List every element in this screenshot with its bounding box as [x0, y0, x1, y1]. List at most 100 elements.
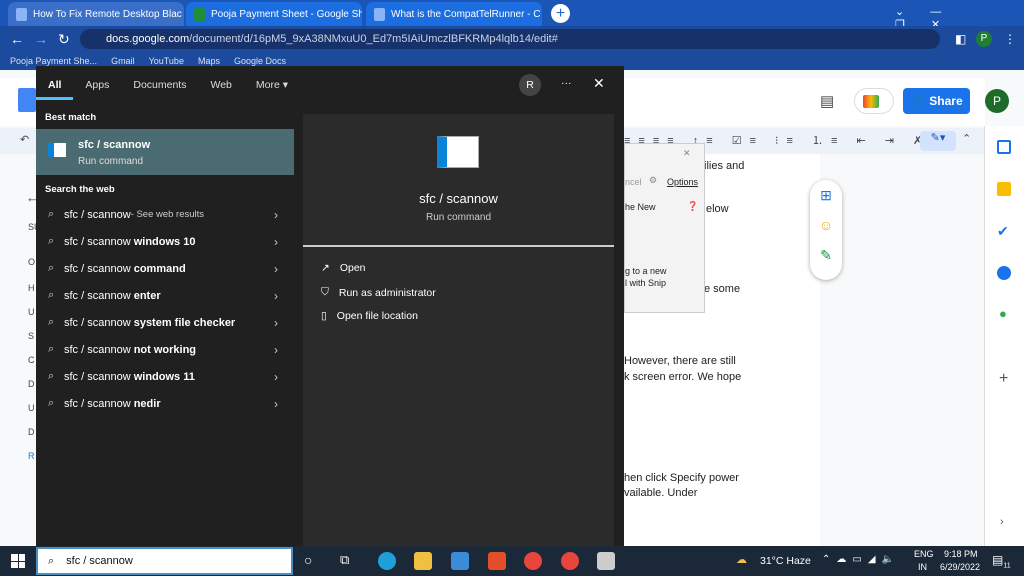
bookmark-youtube[interactable]: YouTube [149, 56, 184, 66]
address-bar-row: ← → ↻ docs.google.com/document/d/16pM5_9… [0, 26, 1024, 52]
url-input[interactable]: docs.google.com/document/d/16pM5_9xA38NM… [80, 29, 940, 49]
calendar-icon[interactable] [997, 140, 1011, 154]
web-result[interactable]: ⌕ sfc / scannow enter › [36, 282, 294, 309]
docs-logo-icon [18, 88, 36, 112]
tab-web[interactable]: Web [198, 79, 243, 91]
open-icon: ↗ [321, 262, 330, 274]
open-file-location-action[interactable]: ▯ Open file location [321, 310, 418, 322]
windows-search-panel: All Apps Documents Web More ▾ R ··· ✕ Be… [36, 66, 624, 546]
search-icon: ⌕ [48, 554, 55, 567]
add-addon-icon[interactable]: + [999, 370, 1008, 388]
sheets-icon [194, 7, 205, 21]
tab-all[interactable]: All [36, 70, 74, 100]
collapse-icon[interactable]: ⌃ [962, 132, 971, 145]
more-options-icon[interactable]: ··· [561, 77, 572, 89]
edge-icon[interactable] [378, 552, 396, 570]
docs-icon [374, 7, 385, 21]
account-avatar[interactable]: P [985, 89, 1009, 113]
run-command-icon [48, 143, 66, 157]
sidebar-icon[interactable]: ◧ [955, 32, 966, 46]
outline-margin: ← SU O H U S C D U D R [26, 190, 41, 461]
undo-icon[interactable]: ↶ [20, 133, 29, 146]
close-icon[interactable]: ✕ [683, 148, 691, 159]
taskbar-search-input[interactable]: ⌕ sfc / scannow [36, 547, 293, 575]
bookmark-payment-sheet[interactable]: Pooja Payment She... [10, 56, 97, 66]
tab-payment-sheet[interactable]: Pooja Payment Sheet - Google Sh✕ [186, 2, 362, 26]
meet-icon [863, 95, 879, 108]
shield-icon: ⛉ [321, 286, 329, 298]
menu-icon[interactable]: ⋮ [1004, 32, 1016, 46]
contacts-icon[interactable] [997, 266, 1011, 280]
expand-icon[interactable]: › [1000, 516, 1004, 528]
side-panel: ✔ ● + › [984, 126, 1024, 546]
side-actions[interactable]: ⊞ ☺ ✎ [810, 180, 842, 280]
new-tab-button[interactable]: + [551, 4, 570, 23]
file-explorer-icon[interactable] [414, 552, 432, 570]
weather-text[interactable]: 31°C Haze [760, 555, 811, 567]
tab-documents[interactable]: Documents [121, 79, 198, 91]
snipping-tool-icon[interactable] [597, 552, 615, 570]
web-result[interactable]: ⌕ sfc / scannow not working › [36, 336, 294, 363]
keep-icon[interactable] [997, 182, 1011, 196]
tab-apps[interactable]: Apps [73, 79, 121, 91]
bookmark-maps[interactable]: Maps [198, 56, 220, 66]
start-button[interactable] [11, 554, 25, 568]
mail-icon[interactable] [451, 552, 469, 570]
run-as-admin-action[interactable]: ⛉ Run as administrator [321, 286, 436, 299]
back-icon[interactable]: ← [10, 31, 24, 47]
chevron-right-icon: › [274, 369, 278, 384]
search-icon: ⌕ [48, 208, 55, 220]
search-icon: ⌕ [48, 343, 55, 355]
search-icon: ⌕ [48, 262, 55, 274]
web-result[interactable]: ⌕ sfc / scannow - See web results › [36, 201, 294, 228]
chevron-right-icon: › [274, 315, 278, 330]
profile-avatar[interactable]: P [976, 31, 992, 47]
open-action[interactable]: ↗ Open [321, 262, 366, 274]
chrome-icon[interactable] [524, 552, 542, 570]
web-result[interactable]: ⌕ sfc / scannow windows 10 › [36, 228, 294, 255]
share-button[interactable]: 👤 Share [903, 88, 970, 114]
clock-date[interactable]: 6/29/2022 [940, 562, 980, 572]
search-icon: ⌕ [48, 397, 55, 409]
chevron-right-icon: › [274, 342, 278, 357]
help-icon[interactable]: ❓ [687, 201, 698, 212]
reload-icon[interactable]: ↻ [58, 31, 70, 48]
docs-icon [16, 7, 27, 21]
tasks-icon[interactable]: ✔ [997, 223, 1009, 240]
bookmark-google-docs[interactable]: Google Docs [234, 56, 286, 66]
close-icon[interactable]: ✕ [593, 75, 605, 92]
office-icon[interactable] [488, 552, 506, 570]
weather-icon: ☁ [736, 554, 747, 566]
search-icon: ⌕ [48, 235, 55, 247]
chevron-right-icon: › [274, 207, 278, 222]
tab-more[interactable]: More ▾ [244, 79, 300, 91]
browser-tab-strip: How To Fix Remote Desktop Blac✕ Pooja Pa… [0, 0, 1024, 31]
task-view-icon[interactable]: ⧉ [340, 552, 349, 568]
user-avatar[interactable]: R [519, 74, 541, 96]
tab-remote-desktop[interactable]: How To Fix Remote Desktop Blac✕ [8, 2, 184, 26]
search-tabs: All Apps Documents Web More ▾ R ··· ✕ [36, 66, 624, 104]
person-icon: 👤 [910, 94, 926, 108]
web-result[interactable]: ⌕ sfc / scannow windows 11 › [36, 363, 294, 390]
bookmark-gmail[interactable]: Gmail [111, 56, 135, 66]
web-result[interactable]: ⌕ sfc / scannow command › [36, 255, 294, 282]
result-preview: sfc / scannow Run command ↗ Open ⛉ Run as … [303, 114, 614, 546]
notifications-icon[interactable]: ▤11 [992, 553, 1011, 569]
tray-icons[interactable]: ⌃☁▭◢🔈 [822, 554, 900, 565]
forward-icon[interactable]: → [34, 31, 48, 47]
chrome-profile-icon[interactable] [561, 552, 579, 570]
comments-icon[interactable]: ▤ [820, 92, 834, 110]
web-result[interactable]: ⌕ sfc / scannow nedir › [36, 390, 294, 417]
cortana-icon[interactable]: ○ [304, 552, 312, 568]
web-result[interactable]: ⌕ sfc / scannow system file checker › [36, 309, 294, 336]
best-match-result[interactable]: sfc / scannow Run command [36, 129, 294, 175]
meet-button[interactable] [854, 88, 894, 114]
chevron-right-icon: › [274, 234, 278, 249]
tab-compattelrunner[interactable]: What is the CompatTelRunner - C✕ [366, 2, 542, 26]
editing-mode-button[interactable]: ✎▾ [920, 131, 956, 151]
chevron-right-icon: › [274, 396, 278, 411]
maps-icon[interactable]: ● [999, 306, 1007, 321]
clock-time[interactable]: 9:18 PM [944, 549, 978, 559]
gear-icon: ⚙ [649, 175, 658, 185]
divider [303, 245, 614, 247]
